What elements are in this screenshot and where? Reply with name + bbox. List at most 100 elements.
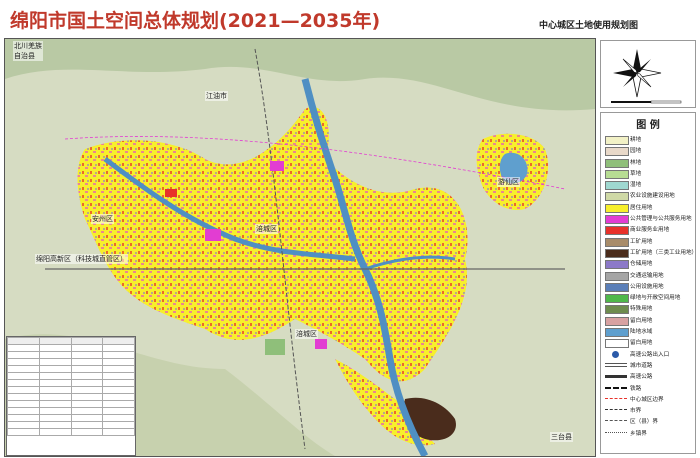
legend-label: 市界 [630, 408, 642, 415]
commercial-block [165, 189, 177, 197]
legend-symbol: 市界 [601, 405, 695, 416]
line-symbol-icon [605, 420, 627, 422]
line-symbol-icon [605, 375, 627, 379]
public-block [270, 161, 284, 171]
legend-swatch [605, 226, 629, 236]
legend-label: 林地 [630, 159, 642, 166]
page-title: 绵阳市国土空间总体规划(2021—2035年) [10, 10, 381, 32]
legend-item: 陆地水域 [601, 326, 695, 338]
legend-swatch [605, 294, 629, 304]
legend-label: 城市道路 [630, 362, 653, 369]
legend-symbol: 乡镇界 [601, 428, 695, 439]
map-subtitle: 中心城区土地使用规划图 [538, 21, 638, 31]
place-label: 涪城区 [295, 329, 318, 339]
legend-symbol: 高速公路出入口 [601, 349, 695, 360]
legend-label: 居住用地 [630, 204, 653, 211]
legend-label: 高速公路出入口 [630, 351, 670, 358]
place-label: 安州区 [91, 214, 114, 224]
public-block [315, 339, 327, 349]
legend-label: 农业设施建设用地 [630, 193, 675, 200]
legend-label: 耕地 [630, 137, 642, 143]
legend-swatch [605, 260, 629, 270]
line-symbol-icon [605, 409, 627, 411]
legend-label: 湿地 [630, 182, 642, 189]
line-symbol-icon [605, 431, 627, 433]
legend-swatch [605, 237, 629, 247]
legend-swatch [605, 147, 629, 157]
legend-item: 绿地与开敞空间用地 [601, 292, 695, 304]
legend-label: 留白用地 [630, 317, 653, 324]
interchange-icon [612, 350, 619, 358]
legend-items: 耕地园地林地草地湿地农业设施建设用地 居住用地公共管理与公共服务用地 商业服务业用地… [601, 134, 698, 349]
legend-item: 草地 [601, 168, 695, 179]
legend-item: 农业设施建设用地 [601, 190, 695, 202]
legend-swatch [605, 316, 629, 326]
legend-label: 留白用地 [630, 340, 653, 347]
legend-item: 商业服务业用地 [601, 224, 695, 236]
legend-label: 中心城区边界 [630, 396, 664, 403]
legend-item: 居住用地 [601, 202, 695, 213]
legend-item: 耕地 [601, 134, 695, 145]
compass-icon [611, 49, 682, 104]
map-legend: 图 例 耕地园地林地草地湿地农业设施建设用地 居住用地公共管理与公共服务用地 商业服… [600, 112, 698, 454]
legend-item: 仓储用地 [601, 258, 695, 270]
place-label: 涪城区 [255, 224, 278, 234]
legend-swatch [605, 271, 629, 281]
legend-item: 公共管理与公共服务用地 [601, 213, 695, 225]
legend-title: 图 例 [636, 120, 660, 131]
legend-label: 乡镇界 [630, 430, 647, 437]
place-label: 绵阳高新区（科技城直管区） [35, 254, 128, 264]
legend-swatch [605, 136, 629, 145]
map-page: 绵阳市国土空间总体规划(2021—2035年) 中心城区土地使用规划图 北川羌族… [0, 0, 700, 458]
legend-label: 铁路 [630, 385, 642, 392]
legend-swatch [605, 248, 629, 258]
legend-label: 区（县）界 [630, 419, 658, 426]
legend-label: 工矿用地（三类工业用地） [630, 249, 698, 256]
legend-symbol: 区（县）界 [601, 416, 695, 427]
place-label: 北川羌族 自治县 [13, 41, 43, 61]
legend-item: 工矿用地（三类工业用地） [601, 247, 698, 258]
legend-swatch [605, 339, 629, 349]
legend-symbol: 城市道路 [601, 360, 695, 371]
legend-swatch [605, 169, 629, 179]
legend-item: 留白用地 [601, 337, 695, 349]
place-label: 三台县 [550, 432, 573, 442]
legend-label: 陆地水域 [630, 329, 653, 336]
legend-label: 草地 [630, 170, 642, 177]
legend-item: 园地 [601, 145, 695, 157]
legend-label: 交通运输用地 [630, 272, 664, 279]
legend-item: 工矿用地 [601, 236, 695, 247]
legend-label: 特殊用地 [630, 306, 653, 313]
legend-swatch [605, 158, 629, 168]
legend-label: 公共管理与公共服务用地 [630, 216, 692, 223]
legend-swatch [605, 192, 629, 202]
legend-label: 商业服务业用地 [630, 227, 670, 234]
line-symbol-icon [605, 397, 627, 399]
legend-label: 高速公路 [630, 374, 653, 381]
legend-label: 公用设施用地 [630, 283, 664, 290]
legend-symbols: 高速公路出入口 城市道路高速公路铁路中心城区边界 市界区（县）界乡镇界 [601, 349, 695, 439]
legend-item: 公用设施用地 [601, 281, 695, 292]
line-symbol-icon [605, 386, 627, 389]
legend-item: 林地 [601, 157, 695, 168]
legend-swatch [605, 181, 629, 191]
legend-symbol: 中心城区边界 [601, 394, 695, 405]
line-symbol-icon [605, 362, 627, 367]
legend-swatch [605, 215, 629, 225]
legend-item: 留白用地 [601, 315, 695, 326]
legend-item: 湿地 [601, 179, 695, 191]
place-label: 江油市 [205, 91, 228, 101]
legend-item: 交通运输用地 [601, 270, 695, 281]
legend-symbol: 铁路 [601, 383, 695, 394]
legend-label: 绿地与开敞空间用地 [630, 295, 681, 302]
compass-rose [600, 40, 696, 108]
forest-block [265, 339, 285, 355]
legend-swatch [605, 305, 629, 315]
legend-symbol: 高速公路 [601, 371, 695, 382]
legend-label: 园地 [630, 148, 642, 155]
legend-label: 仓储用地 [630, 261, 653, 268]
legend-item: 特殊用地 [601, 303, 695, 315]
legend-swatch [605, 282, 629, 292]
statistics-table [6, 336, 136, 456]
public-block [205, 229, 221, 241]
